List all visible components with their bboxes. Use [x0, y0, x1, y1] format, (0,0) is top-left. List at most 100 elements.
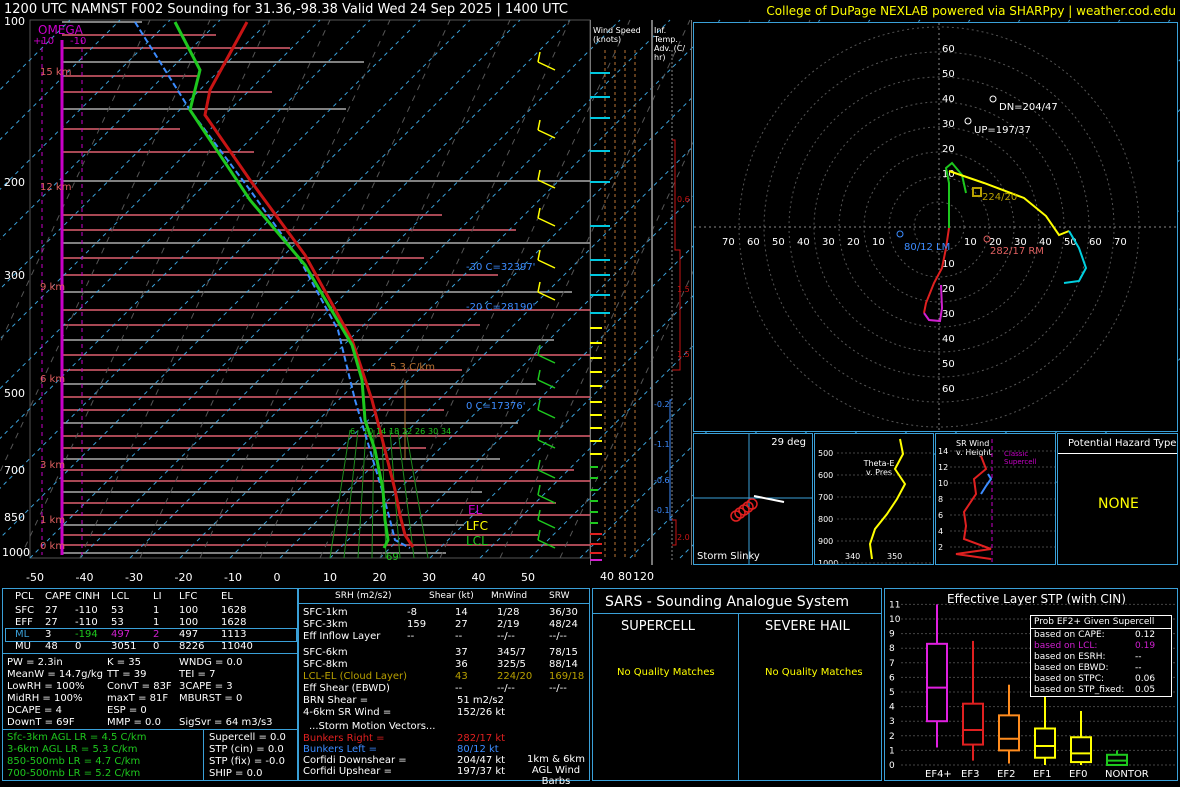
kinematic-cell: 14	[455, 607, 468, 618]
temp-axis-label: 10	[323, 571, 337, 584]
mixing-ratio-label: 18	[389, 427, 399, 436]
isotherm	[29, 19, 571, 559]
temp-axis-label: -10	[224, 571, 242, 584]
hodograph-x-label: 10	[872, 237, 885, 248]
hodograph-x-label: 60	[747, 237, 760, 248]
thermo-cell: 53	[111, 605, 124, 616]
wind-barb	[537, 519, 556, 529]
hodograph-x-label: 70	[1114, 237, 1127, 248]
mixing-ratio-line	[329, 429, 351, 559]
prob-value: 0.06	[1135, 674, 1156, 684]
stp-y-tick: 1	[889, 746, 895, 756]
kinematic-cell: 36	[455, 659, 468, 670]
hodograph-ring-label: 30	[942, 119, 955, 130]
thermo-header: LFC	[179, 591, 198, 602]
hodograph-ring-label: 50	[942, 69, 955, 80]
adv-value: 1.5	[677, 285, 690, 294]
temp-axis-label: 50	[521, 571, 535, 584]
kinematic-label: SFC-1km	[303, 607, 348, 618]
sars-hail-heading: SEVERE HAIL	[765, 619, 850, 634]
hodograph-trace-yellow	[948, 170, 1070, 237]
wind-barb	[537, 469, 556, 479]
wind-speed-bars	[590, 50, 636, 561]
mixing-ratio-label: 22	[402, 427, 412, 436]
kinematic-cell: 325/5	[497, 659, 526, 670]
prob-label: based on STPC:	[1034, 674, 1105, 684]
index-cell: MeanW = 14.7g/kg	[7, 669, 103, 680]
corfidi-upshear-label: UP=197/37	[974, 125, 1031, 136]
adv-value: 0.6	[677, 195, 690, 204]
thermo-cell: 100	[179, 605, 199, 616]
param-cell: SHIP = 0.0	[209, 768, 263, 779]
thermo-cell: 27	[45, 617, 58, 628]
theta-y-tick: 900	[818, 537, 833, 546]
thermo-cell: EFF	[15, 617, 33, 628]
barbs-caption: 1km & 6km AGL Wind Barbs	[527, 754, 585, 787]
left-mover-label: 80/12 LM	[904, 242, 950, 253]
stp-panel: Effective Layer STP (with CIN) 11 10 9 8 7 6 5…	[884, 588, 1178, 781]
adv-value: -1.1	[654, 440, 670, 449]
index-cell: MBURST = 0	[179, 693, 243, 704]
thermo-cell: 1628	[221, 617, 247, 628]
stp-y-tick: 10	[889, 615, 901, 625]
prob-box-title: Prob EF2+ Given Supercell	[1034, 617, 1155, 627]
thermo-cell: 1628	[221, 605, 247, 616]
kinematic-cell: 43	[455, 671, 468, 682]
thermo-cell: 100	[179, 617, 199, 628]
stp-y-tick: 9	[889, 630, 895, 640]
hodograph-x-label: 10	[964, 237, 977, 248]
lapse-rate-cell: 850-500mb LR = 4.7 C/km	[7, 756, 141, 767]
sars-panel: SARS - Sounding Analogue System SUPERCEL…	[592, 588, 882, 781]
lapse-rate-cell: 3-6km AGL LR = 5.3 C/km	[7, 744, 138, 755]
thermo-header: LCL	[111, 591, 130, 602]
thermo-cell: 1	[153, 605, 160, 616]
param-cell: STP (fix) = -0.0	[209, 756, 285, 767]
index-cell: SigSvr = 64 m3/s3	[179, 717, 273, 728]
height-label: 0 km	[40, 541, 65, 552]
theta-y-tick: 500	[818, 449, 833, 458]
storm-motion-value: 282/17 kt	[457, 733, 506, 744]
kinematic-header: MnWind	[491, 591, 528, 601]
inferred-temp-plot: 0.6 1.5 1.5 -0.2 -1.1 -0.6 -0.1 2.0	[654, 50, 690, 560]
theta-x-tick: 340	[845, 552, 860, 561]
hodograph-trace-red	[923, 227, 950, 314]
adv-value: 2.0	[677, 533, 690, 542]
hodograph-ring-label: 50	[942, 359, 955, 370]
stp-y-tick: 0	[889, 761, 895, 771]
sr-wind-trace-blue	[980, 473, 993, 495]
hodograph-ring-label: 20	[942, 284, 955, 295]
dry-adiabat	[0, 19, 151, 344]
sr-wind-y-tick: 6	[938, 511, 943, 520]
sr-wind-label: 4-6km SR Wind =	[303, 707, 392, 718]
kinematic-cell: 159	[407, 619, 427, 630]
sr-wind-y-tick: 10	[938, 479, 948, 488]
pressure-label: 500	[4, 387, 25, 400]
temp-axis-label: 0	[274, 571, 281, 584]
stp-box	[962, 702, 984, 746]
isotherm-label: -30 C=32397'	[466, 262, 535, 273]
kinematic-cell: --/--	[497, 683, 515, 694]
pressure-label: 850	[4, 511, 25, 524]
kinematic-cell: 2/19	[497, 619, 520, 630]
wind-barb	[537, 61, 556, 71]
hodograph-ring-label: 60	[942, 44, 955, 55]
wind-barb	[537, 409, 556, 419]
temp-axis-label: -40	[76, 571, 94, 584]
temp-axis-label: 30	[422, 571, 436, 584]
isotherm	[0, 19, 521, 539]
mixing-ratio-label: 34	[441, 427, 451, 436]
hodograph-ring-label: 40	[942, 334, 955, 345]
height-label: 1 km	[40, 515, 65, 526]
storm-motion-value: 204/47 kt	[457, 755, 506, 766]
hazard-value: NONE	[1098, 496, 1139, 512]
sr-wind-y-tick: 14	[938, 447, 948, 456]
theta-e-panel: Theta-E v. Pres 500 600 700 800 900 1000 340 35…	[814, 433, 934, 565]
stp-y-tick: 8	[889, 644, 895, 654]
hodograph-panel: 60 50 40 30 20 10 70 60 50 40 30 20 10 10 20 30 40 50 60 70…	[693, 22, 1178, 432]
hodograph-ring-label: 60	[942, 384, 955, 395]
height-label: 6 km	[40, 374, 65, 385]
brn-label: BRN Shear =	[303, 695, 369, 706]
storm-motion-label: Bunkers Right =	[303, 733, 385, 744]
prob-label: based on ESRH:	[1034, 652, 1106, 662]
lcl-label: LCL	[466, 534, 488, 548]
